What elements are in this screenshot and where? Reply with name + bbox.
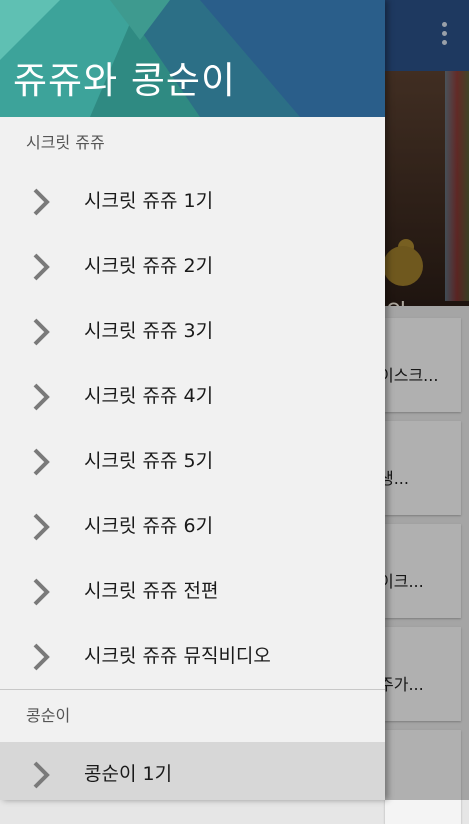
chevron-right-icon [33, 188, 50, 216]
menu-item-label: 시크릿 쥬쥬 5기 [84, 450, 214, 472]
chevron-right-icon [33, 578, 50, 606]
menu-item-label: 시크릿 쥬쥬 2기 [84, 255, 214, 277]
drawer-header: 쥬쥬와 콩순이 [0, 0, 385, 117]
chevron-right-icon [33, 318, 50, 346]
menu-item-label: 시크릿 쥬쥬 3기 [84, 320, 214, 342]
menu-item-secret-jouju-5[interactable]: 시크릿 쥬쥬 5기 [0, 429, 385, 494]
menu-item-secret-jouju-music-video[interactable]: 시크릿 쥬쥬 뮤직비디오 [0, 624, 385, 689]
menu-item-secret-jouju-4[interactable]: 시크릿 쥬쥬 4기 [0, 364, 385, 429]
menu-item-label: 콩순이 1기 [84, 763, 173, 785]
chevron-right-icon [33, 513, 50, 541]
menu-item-secret-jouju-2[interactable]: 시크릿 쥬쥬 2기 [0, 234, 385, 299]
menu-item-secret-jouju-1[interactable]: 시크릿 쥬쥬 1기 [0, 169, 385, 234]
drawer-title: 쥬쥬와 콩순이 [13, 59, 237, 102]
menu-item-label: 시크릿 쥬쥬 4기 [84, 385, 214, 407]
menu-item-kongsuni-1[interactable]: 콩순이 1기 [0, 742, 385, 800]
chevron-right-icon [33, 761, 50, 789]
menu-item-label: 시크릿 쥬쥬 뮤직비디오 [84, 645, 271, 667]
section-header-secret-jouju: 시크릿 쥬쥬 [26, 133, 105, 152]
menu-item-label: 시크릿 쥬쥬 6기 [84, 515, 214, 537]
menu-item-secret-jouju-3[interactable]: 시크릿 쥬쥬 3기 [0, 299, 385, 364]
section-header-kongsuni: 콩순이 [26, 706, 71, 725]
chevron-right-icon [33, 643, 50, 671]
menu-item-secret-jouju-6[interactable]: 시크릿 쥬쥬 6기 [0, 494, 385, 559]
menu-item-secret-jouju-all[interactable]: 시크릿 쥬쥬 전편 [0, 559, 385, 624]
menu-item-label: 시크릿 쥬쥬 전편 [84, 580, 219, 602]
menu-item-label: 시크릿 쥬쥬 1기 [84, 190, 214, 212]
chevron-right-icon [33, 383, 50, 411]
chevron-right-icon [33, 253, 50, 281]
chevron-right-icon [33, 448, 50, 476]
navigation-drawer: 쥬쥬와 콩순이 시크릿 쥬쥬 시크릿 쥬쥬 1기 시크릿 쥬쥬 2기 시크릿 쥬… [0, 0, 385, 800]
